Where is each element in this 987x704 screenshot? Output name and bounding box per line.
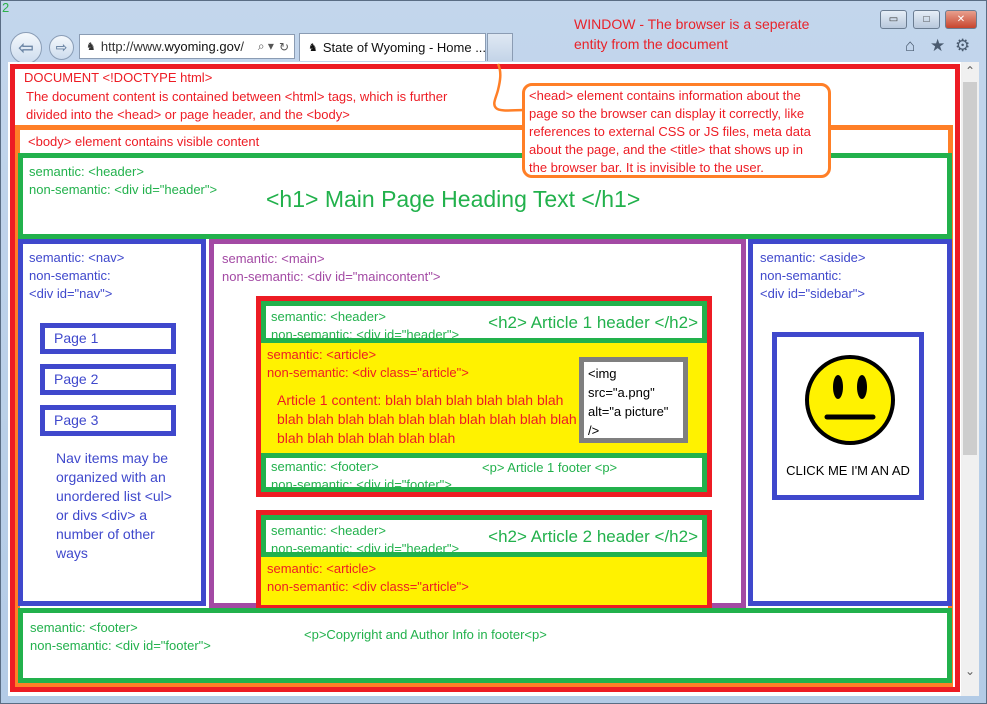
aside-semantic: semantic: <aside> <box>760 250 866 265</box>
url-prefix: http://www. <box>100 39 165 54</box>
arrow-right-icon: ⇨ <box>55 39 68 55</box>
article-2-labels: semantic: <article> non-semantic: <div c… <box>267 560 469 596</box>
footer-text: <p>Copyright and Author Info in footer<p… <box>304 627 547 642</box>
footer-semantic: semantic: <footer> <box>30 620 138 635</box>
image-placeholder: <img src="a.png" alt="a picture" /> <box>579 357 688 443</box>
document-description: The document content is contained betwee… <box>26 89 448 122</box>
star-icon[interactable]: ★ <box>930 36 945 56</box>
article-1-header-semantic: semantic: <header> <box>271 309 386 324</box>
article-1-footer-labels: semantic: <footer> non-semantic: <div id… <box>271 458 452 494</box>
main-heading: <h1> Main Page Heading Text </h1> <box>266 186 641 212</box>
ad-text[interactable]: CLICK ME I'M AN AD <box>777 463 919 478</box>
neutral-face-icon <box>805 355 895 445</box>
article-1-footer-non-semantic: non-semantic: <div id="footer"> <box>271 477 452 492</box>
url-suffix: / <box>240 39 244 54</box>
article-1-semantic: semantic: <article> <box>267 347 377 362</box>
article-2-header-semantic: semantic: <header> <box>271 523 386 538</box>
home-icon[interactable]: ⌂ <box>905 36 915 56</box>
aside-non-semantic: non-semantic: <box>760 268 842 283</box>
site-favicon-icon: ♞ <box>86 41 96 53</box>
nav-item-page-2[interactable]: Page 2 <box>40 364 176 395</box>
header-non-semantic: non-semantic: <div id="header"> <box>29 182 218 197</box>
scroll-up-icon[interactable]: ⌃ <box>961 62 979 80</box>
header-labels: semantic: <header> non-semantic: <div id… <box>29 163 217 199</box>
back-button[interactable]: ⇦ <box>10 32 42 64</box>
arrow-left-icon: ⇦ <box>18 37 34 59</box>
tab-favicon-icon: ♞ <box>308 42 318 54</box>
article-1-header: semantic: <header> non-semantic: <div id… <box>261 301 707 343</box>
article-2-header-labels: semantic: <header> non-semantic: <div id… <box>271 522 459 558</box>
nav-item-page-3[interactable]: Page 3 <box>40 405 176 436</box>
ad-box[interactable]: CLICK ME I'M AN AD <box>772 332 924 500</box>
badge-number: 2 <box>2 0 10 15</box>
header-semantic: semantic: <header> <box>29 164 144 179</box>
tab-title: State of Wyoming - Home ... <box>322 40 487 55</box>
new-tab-button[interactable] <box>487 33 513 61</box>
article-1-heading: <h2> Article 1 header </h2> <box>488 313 698 332</box>
minimize-icon: ▭ <box>888 14 899 25</box>
nav-non-semantic: non-semantic: <box>29 268 111 283</box>
address-url[interactable]: http://www.wyoming.gov/ <box>101 39 258 54</box>
nav-item-page-1[interactable]: Page 1 <box>40 323 176 354</box>
article-2-non-semantic: non-semantic: <div class="article"> <box>267 579 469 594</box>
footer-non-semantic: non-semantic: <div id="footer"> <box>30 638 211 653</box>
gear-icon[interactable]: ⚙ <box>955 36 970 56</box>
nav-labels: semantic: <nav> non-semantic: <div id="n… <box>29 249 124 303</box>
article-1-content: Article 1 content: blah blah blah blah b… <box>277 392 577 446</box>
window-annotation: WINDOW - The browser is a seperate entit… <box>574 16 810 52</box>
vertical-scrollbar[interactable]: ⌃ ⌄ <box>961 62 979 696</box>
nav-note: Nav items may be organized with an unord… <box>56 450 172 561</box>
article-1-non-semantic: non-semantic: <div class="article"> <box>267 365 469 380</box>
footer-labels: semantic: <footer> non-semantic: <div id… <box>30 619 211 655</box>
article-1-header-labels: semantic: <header> non-semantic: <div id… <box>271 308 459 344</box>
main-labels: semantic: <main> non-semantic: <div id="… <box>222 250 440 286</box>
article-2-semantic: semantic: <article> <box>267 561 377 576</box>
close-icon: ✕ <box>956 14 966 25</box>
browser-tab[interactable]: ♞ State of Wyoming - Home ... ✕ <box>299 33 505 61</box>
document-viewport: DOCUMENT <!DOCTYPE html> The document co… <box>8 62 961 696</box>
aside-labels: semantic: <aside> non-semantic: <div id=… <box>760 249 866 303</box>
article-2-heading: <h2> Article 2 header </h2> <box>488 527 698 546</box>
scroll-down-icon[interactable]: ⌄ <box>961 662 979 680</box>
main-semantic: semantic: <main> <box>222 251 325 266</box>
close-button[interactable]: ✕ <box>945 10 977 29</box>
article-2-header-non-semantic: non-semantic: <div id="header"> <box>271 541 460 556</box>
main-non-semantic: non-semantic: <div id="maincontent"> <box>222 269 441 284</box>
article-1-header-non-semantic: non-semantic: <div id="header"> <box>271 327 460 342</box>
nav-semantic: semantic: <nav> <box>29 250 125 265</box>
body-label: <body> element contains visible content <box>28 134 260 149</box>
article-1-footer-semantic: semantic: <footer> <box>271 459 379 474</box>
minimize-button[interactable]: ▭ <box>880 10 907 29</box>
nav-non-semantic-tag: <div id="nav"> <box>29 286 113 301</box>
article-1-footer: semantic: <footer> non-semantic: <div id… <box>261 453 707 492</box>
address-bar[interactable]: ♞ http://www.wyoming.gov/ ⌕ ▾ ↻ <box>79 34 295 59</box>
article-2-header: semantic: <header> non-semantic: <div id… <box>261 515 707 557</box>
maximize-button[interactable]: □ <box>913 10 940 29</box>
article-1-labels: semantic: <article> non-semantic: <div c… <box>267 346 469 382</box>
document-title: DOCUMENT <!DOCTYPE html> <box>24 70 213 85</box>
forward-button[interactable]: ⇨ <box>49 35 74 60</box>
article-1-footer-text: <p> Article 1 footer <p> <box>482 460 618 475</box>
aside-non-semantic-tag: <div id="sidebar"> <box>760 286 865 301</box>
article-2: semantic: <header> non-semantic: <div id… <box>256 510 712 610</box>
head-callout: <head> element contains information abou… <box>522 83 831 178</box>
search-icon[interactable]: ⌕ ▾ <box>258 39 274 54</box>
maximize-icon: □ <box>923 14 930 25</box>
article-1: semantic: <header> non-semantic: <div id… <box>256 296 712 497</box>
refresh-icon[interactable]: ↻ <box>279 40 289 54</box>
scroll-thumb[interactable] <box>963 82 977 455</box>
url-domain: wyoming.gov <box>164 39 241 54</box>
